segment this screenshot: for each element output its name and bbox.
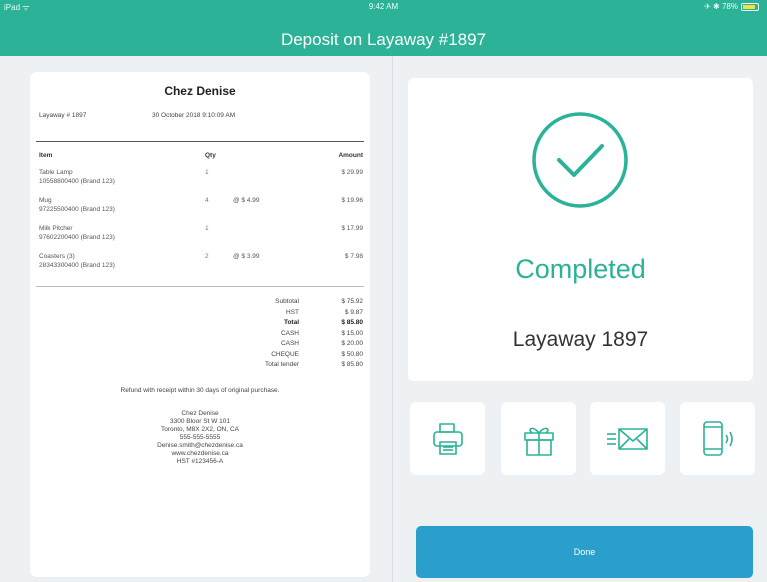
receipt-refund-policy: Refund with receipt within 30 days of or… xyxy=(120,386,280,394)
total-value: $ 9.87 xyxy=(344,308,363,316)
receipt-divider xyxy=(36,286,364,287)
line-item-qty: 4 xyxy=(205,197,209,204)
total-value: $ 85.80 xyxy=(341,361,363,368)
line-item-unit-price: @ $ 3.99 xyxy=(233,253,260,260)
gift-receipt-button[interactable] xyxy=(501,402,576,475)
text-message-icon xyxy=(702,420,733,456)
receipt-line-item: Mug 97225500400 (Brand 123) 4 @ $ 4.99 $ 19.… xyxy=(37,196,363,224)
line-item-unit-price xyxy=(233,224,293,252)
panel-divider xyxy=(392,56,393,582)
line-item-name: Milk Pitcher xyxy=(39,225,73,232)
email-receipt-button[interactable] xyxy=(590,402,665,475)
address-line: Chez Denise xyxy=(181,409,219,417)
line-item-qty: 1 xyxy=(205,169,209,176)
total-label: Subtotal xyxy=(275,298,299,305)
receipt-line-item: Table Lamp 10558800400 (Brand 123) 1 $ 29.9… xyxy=(37,168,363,196)
line-item-amount: $ 19.96 xyxy=(341,197,363,204)
receipt-totals: Subtotal $ 75.92 HST $ 9.87 Total $ 85.80 CASH… xyxy=(37,297,363,371)
battery-icon xyxy=(741,2,759,11)
receipt-line-item: Coasters (3) 28343300400 (Brand 123) 2 @ $ … xyxy=(37,252,363,280)
line-item-sku: 28343300400 (Brand 123) xyxy=(39,262,115,269)
receipt-total-row: Total $ 85.80 xyxy=(37,318,363,329)
address-line: www.chezdenise.ca xyxy=(171,449,229,457)
print-receipt-button[interactable] xyxy=(410,402,485,475)
total-value: $ 50.80 xyxy=(341,350,363,358)
total-label: HST xyxy=(286,308,299,316)
total-label: Total xyxy=(283,319,299,326)
gift-icon xyxy=(523,427,554,456)
receipt-total-row: HST $ 9.87 xyxy=(37,308,363,319)
line-item-qty: 1 xyxy=(205,225,209,232)
receipt-store-name: Chez Denise xyxy=(164,84,236,98)
receipt-total-row: CHEQUE $ 50.80 xyxy=(37,350,363,361)
status-indicators: ✈ ✱ 78% xyxy=(704,2,759,11)
address-line: Toronto, M8X 2X2, ON, CA xyxy=(160,425,240,433)
receipt-preview[interactable]: Chez Denise Layaway # 1897 30 October 20… xyxy=(30,72,370,577)
total-label: CHEQUE xyxy=(271,350,299,358)
done-button[interactable]: Done xyxy=(416,526,753,578)
address-line: HST #123456-A xyxy=(176,457,224,465)
receipt-total-row: Subtotal $ 75.92 xyxy=(37,297,363,308)
line-item-name: Mug xyxy=(39,197,52,204)
printer-icon xyxy=(432,422,463,455)
completed-status: Completed xyxy=(515,254,646,284)
receipt-line-item: Milk Pitcher 97602200400 (Brand 123) 1 $ 17… xyxy=(37,224,363,252)
address-line: 555-555-5555 xyxy=(179,433,221,441)
layaway-label: Layaway 1897 xyxy=(512,328,649,351)
status-battery-text: ✈ ✱ 78% xyxy=(704,2,738,11)
top-bar: iPad ᯤ 9:42 AM ✈ ✱ 78% Deposit on Layawa… xyxy=(0,0,767,56)
line-item-sku: 97225500400 (Brand 123) xyxy=(39,206,115,213)
line-item-sku: 10558800400 (Brand 123) xyxy=(39,178,115,185)
receipt-layaway-number: Layaway # 1897 xyxy=(39,112,87,119)
line-item-amount: $ 29.99 xyxy=(341,169,363,176)
line-item-description: Coasters (3) 28343300400 (Brand 123) xyxy=(37,252,205,280)
line-item-description: Table Lamp 10558800400 (Brand 123) xyxy=(37,168,205,196)
receipt-store-address: Chez Denise 3300 Bloor St W 101 Toronto, M… xyxy=(37,410,363,466)
sms-receipt-button[interactable] xyxy=(680,402,755,475)
line-item-description: Mug 97225500400 (Brand 123) xyxy=(37,196,205,224)
receipt-date: 30 October 2018 9:10:09 AM xyxy=(152,112,236,119)
email-icon xyxy=(606,427,648,450)
total-label: CASH xyxy=(280,329,299,337)
total-label: CASH xyxy=(280,340,299,347)
address-line: Denise.smith@chezdenise.ca xyxy=(157,441,243,449)
status-time: 9:42 AM xyxy=(368,2,399,11)
receipt-total-row: Total tender $ 85.80 xyxy=(37,360,363,371)
receipt-total-row: CASH $ 20.00 xyxy=(37,339,363,350)
total-value: $ 15.00 xyxy=(341,329,363,337)
receipt-total-row: CASH $ 15.00 xyxy=(37,329,363,340)
line-item-unit-price xyxy=(233,168,293,196)
total-label: Total tender xyxy=(265,361,299,368)
column-qty: Qty xyxy=(205,152,216,159)
receipt-divider xyxy=(36,141,364,142)
receipt-items: Table Lamp 10558800400 (Brand 123) 1 $ 29.9… xyxy=(37,168,363,280)
receipt-meta: Layaway # 1897 30 October 2018 9:10:09 A… xyxy=(37,112,363,119)
address-line: 3300 Bloor St W 101 xyxy=(170,417,230,425)
line-item-sku: 97602200400 (Brand 123) xyxy=(39,234,115,241)
line-item-amount: $ 7.98 xyxy=(344,253,363,260)
line-item-amount: $ 17.99 xyxy=(341,225,363,232)
completion-card: Completed Layaway 1897 xyxy=(408,78,753,381)
line-item-description: Milk Pitcher 97602200400 (Brand 123) xyxy=(37,224,205,252)
line-item-name: Coasters (3) xyxy=(39,253,75,260)
total-value: $ 85.80 xyxy=(341,319,363,326)
total-value: $ 75.92 xyxy=(341,298,363,305)
checkmark-circle-icon xyxy=(532,112,628,208)
page-title: Deposit on Layaway #1897 xyxy=(280,30,487,49)
line-item-qty: 2 xyxy=(205,253,209,260)
total-value: $ 20.00 xyxy=(341,340,363,347)
column-amount: Amount xyxy=(338,152,363,159)
line-item-unit-price: @ $ 4.99 xyxy=(233,197,260,204)
line-item-name: Table Lamp xyxy=(39,169,73,176)
column-item: Item xyxy=(39,152,53,159)
receipt-column-headers: Item Qty Amount xyxy=(37,152,363,159)
